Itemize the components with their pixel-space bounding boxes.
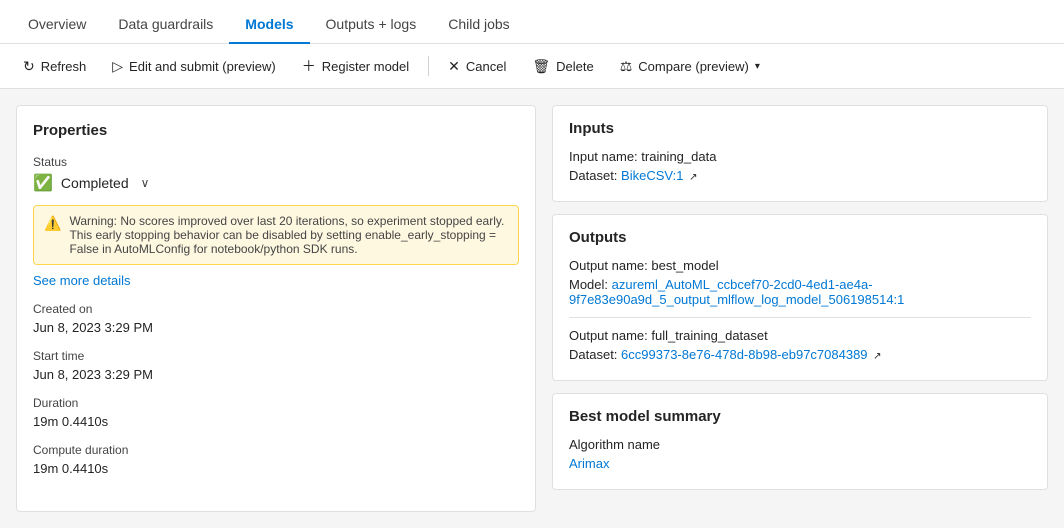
plus-icon: ＋ xyxy=(302,56,316,76)
delete-label: Delete xyxy=(556,59,594,74)
tab-data-guardrails[interactable]: Data guardrails xyxy=(102,6,229,44)
tabs-bar: Overview Data guardrails Models Outputs … xyxy=(0,0,1064,44)
algorithm-link-row: Arimax xyxy=(569,456,1031,471)
delete-button[interactable]: 🗑 Delete xyxy=(521,52,604,81)
external-link-icon2: ↗ xyxy=(873,351,881,362)
dataset-label: Dataset: xyxy=(569,168,617,183)
best-model-card: Best model summary Algorithm name Arimax xyxy=(552,393,1048,490)
refresh-icon: ↻ xyxy=(23,58,35,75)
model-label: Model: xyxy=(569,277,608,292)
created-on-label: Created on xyxy=(33,302,519,316)
start-time-value: Jun 8, 2023 3:29 PM xyxy=(33,367,519,382)
edit-submit-label: Edit and submit (preview) xyxy=(129,59,276,74)
compute-duration-value: 19m 0.4410s xyxy=(33,461,519,476)
register-model-button[interactable]: ＋ Register model xyxy=(291,50,420,82)
status-value: Completed xyxy=(61,175,129,191)
completed-icon: ✅ xyxy=(33,173,53,193)
tab-outputs-logs[interactable]: Outputs + logs xyxy=(310,6,433,44)
properties-panel: Properties Status ✅ Completed ∨ ⚠️ Warni… xyxy=(16,105,536,512)
tab-child-jobs[interactable]: Child jobs xyxy=(432,6,525,44)
tab-overview[interactable]: Overview xyxy=(12,6,102,44)
status-chevron-button[interactable]: ∨ xyxy=(137,174,154,192)
dataset-row: Dataset: BikeCSV:1 ↗ xyxy=(569,168,1031,183)
cancel-button[interactable]: ✕ Cancel xyxy=(437,52,517,81)
cancel-icon: ✕ xyxy=(448,58,460,75)
duration-label: Duration xyxy=(33,396,519,410)
status-row: ✅ Completed ∨ xyxy=(33,173,519,193)
warning-box: ⚠️ Warning: No scores improved over last… xyxy=(33,205,519,265)
input-name-row: Input name: training_data xyxy=(569,149,1031,164)
inputs-title: Inputs xyxy=(569,120,1031,137)
warning-icon: ⚠️ xyxy=(44,215,61,232)
output1-name-row: Output name: best_model xyxy=(569,258,1031,273)
outputs-divider xyxy=(569,317,1031,318)
play-icon: ▷ xyxy=(112,58,123,75)
chevron-down-icon: ▾ xyxy=(755,61,760,72)
created-on-value: Jun 8, 2023 3:29 PM xyxy=(33,320,519,335)
outputs-card: Outputs Output name: best_model Model: a… xyxy=(552,214,1048,381)
dataset2-label: Dataset: xyxy=(569,347,617,362)
refresh-label: Refresh xyxy=(41,59,87,74)
dataset-link[interactable]: BikeCSV:1 xyxy=(621,168,683,183)
tab-models[interactable]: Models xyxy=(229,6,309,44)
properties-title: Properties xyxy=(33,122,519,139)
toolbar: ↻ Refresh ▷ Edit and submit (preview) ＋ … xyxy=(0,44,1064,89)
right-panel: Inputs Input name: training_data Dataset… xyxy=(552,105,1048,512)
model-row: Model: azureml_AutoML_ccbcef70-2cd0-4ed1… xyxy=(569,277,1031,307)
model-link[interactable]: azureml_AutoML_ccbcef70-2cd0-4ed1-ae4a-9… xyxy=(569,277,904,307)
refresh-button[interactable]: ↻ Refresh xyxy=(12,52,97,81)
edit-submit-button[interactable]: ▷ Edit and submit (preview) xyxy=(101,52,286,81)
toolbar-separator xyxy=(428,56,429,76)
main-content: Properties Status ✅ Completed ∨ ⚠️ Warni… xyxy=(0,89,1064,528)
dataset2-row: Dataset: 6cc99373-8e76-478d-8b98-eb97c70… xyxy=(569,347,1031,362)
best-model-title: Best model summary xyxy=(569,408,1031,425)
inputs-card: Inputs Input name: training_data Dataset… xyxy=(552,105,1048,202)
status-label: Status xyxy=(33,155,519,169)
duration-value: 19m 0.4410s xyxy=(33,414,519,429)
cancel-label: Cancel xyxy=(466,59,506,74)
register-model-label: Register model xyxy=(322,59,409,74)
dataset2-link[interactable]: 6cc99373-8e76-478d-8b98-eb97c7084389 xyxy=(621,347,868,362)
compare-icon: ⚖ xyxy=(620,58,633,75)
compare-label: Compare (preview) xyxy=(638,59,749,74)
warning-text: Warning: No scores improved over last 20… xyxy=(69,214,508,256)
external-link-icon: ↗ xyxy=(689,172,697,183)
compute-duration-label: Compute duration xyxy=(33,443,519,457)
see-more-details-link[interactable]: See more details xyxy=(33,273,131,288)
delete-icon: 🗑 xyxy=(532,58,550,75)
compare-button[interactable]: ⚖ Compare (preview) ▾ xyxy=(609,52,771,81)
output2-name-row: Output name: full_training_dataset xyxy=(569,328,1031,343)
algorithm-label-row: Algorithm name xyxy=(569,437,1031,452)
algorithm-link[interactable]: Arimax xyxy=(569,456,609,471)
start-time-label: Start time xyxy=(33,349,519,363)
outputs-title: Outputs xyxy=(569,229,1031,246)
